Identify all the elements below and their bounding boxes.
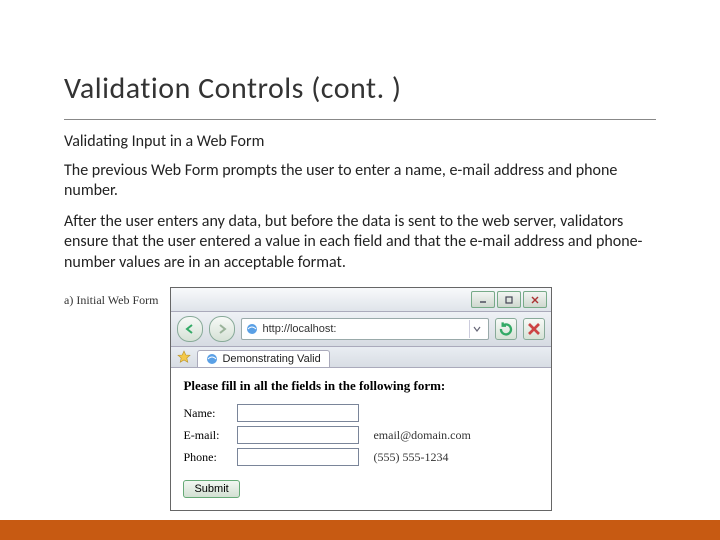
forward-button[interactable] (209, 316, 235, 342)
email-input[interactable] (237, 426, 359, 444)
form-row-email: E-mail: email@domain.com (183, 426, 539, 444)
slide-title: Validation Controls (cont. ) (0, 0, 720, 113)
figure-caption: a) Initial Web Form (64, 287, 158, 308)
address-bar[interactable]: http://localhost: (241, 318, 489, 340)
favorites-icon[interactable] (177, 350, 191, 367)
browser-tab[interactable]: Demonstrating Valid (197, 350, 329, 367)
body-paragraph-2: After the user enters any data, but befo… (0, 202, 720, 273)
slide-footer-bar (0, 520, 720, 540)
body-paragraph-1: The previous Web Form prompts the user t… (0, 151, 720, 202)
phone-input[interactable] (237, 448, 359, 466)
ie-icon (206, 353, 218, 365)
stop-button[interactable] (523, 318, 545, 340)
email-hint: email@domain.com (373, 428, 470, 443)
refresh-button[interactable] (495, 318, 517, 340)
form-row-name: Name: (183, 404, 539, 422)
browser-window: http://localhost: Demonstrating Valid Pl… (170, 287, 552, 511)
close-button[interactable] (523, 291, 547, 308)
submit-button[interactable]: Submit (183, 480, 239, 498)
browser-toolbar: http://localhost: (171, 312, 551, 347)
ie-icon (246, 323, 258, 335)
browser-tabstrip: Demonstrating Valid (171, 347, 551, 368)
form-row-phone: Phone: (555) 555-1234 (183, 448, 539, 466)
address-dropdown[interactable] (469, 320, 484, 338)
email-label: E-mail: (183, 428, 237, 443)
maximize-button[interactable] (497, 291, 521, 308)
phone-hint: (555) 555-1234 (373, 450, 448, 465)
name-label: Name: (183, 406, 237, 421)
window-titlebar (171, 288, 551, 312)
form-heading: Please fill in all the fields in the fol… (183, 378, 539, 394)
slide: Validation Controls (cont. ) Validating … (0, 0, 720, 540)
tab-title: Demonstrating Valid (222, 353, 320, 365)
minimize-button[interactable] (471, 291, 495, 308)
figure: a) Initial Web Form http://localhost: (0, 273, 720, 511)
back-button[interactable] (177, 316, 203, 342)
address-text: http://localhost: (262, 323, 336, 335)
page-content: Please fill in all the fields in the fol… (171, 368, 551, 510)
name-input[interactable] (237, 404, 359, 422)
slide-subtitle: Validating Input in a Web Form (0, 120, 720, 151)
phone-label: Phone: (183, 450, 237, 465)
